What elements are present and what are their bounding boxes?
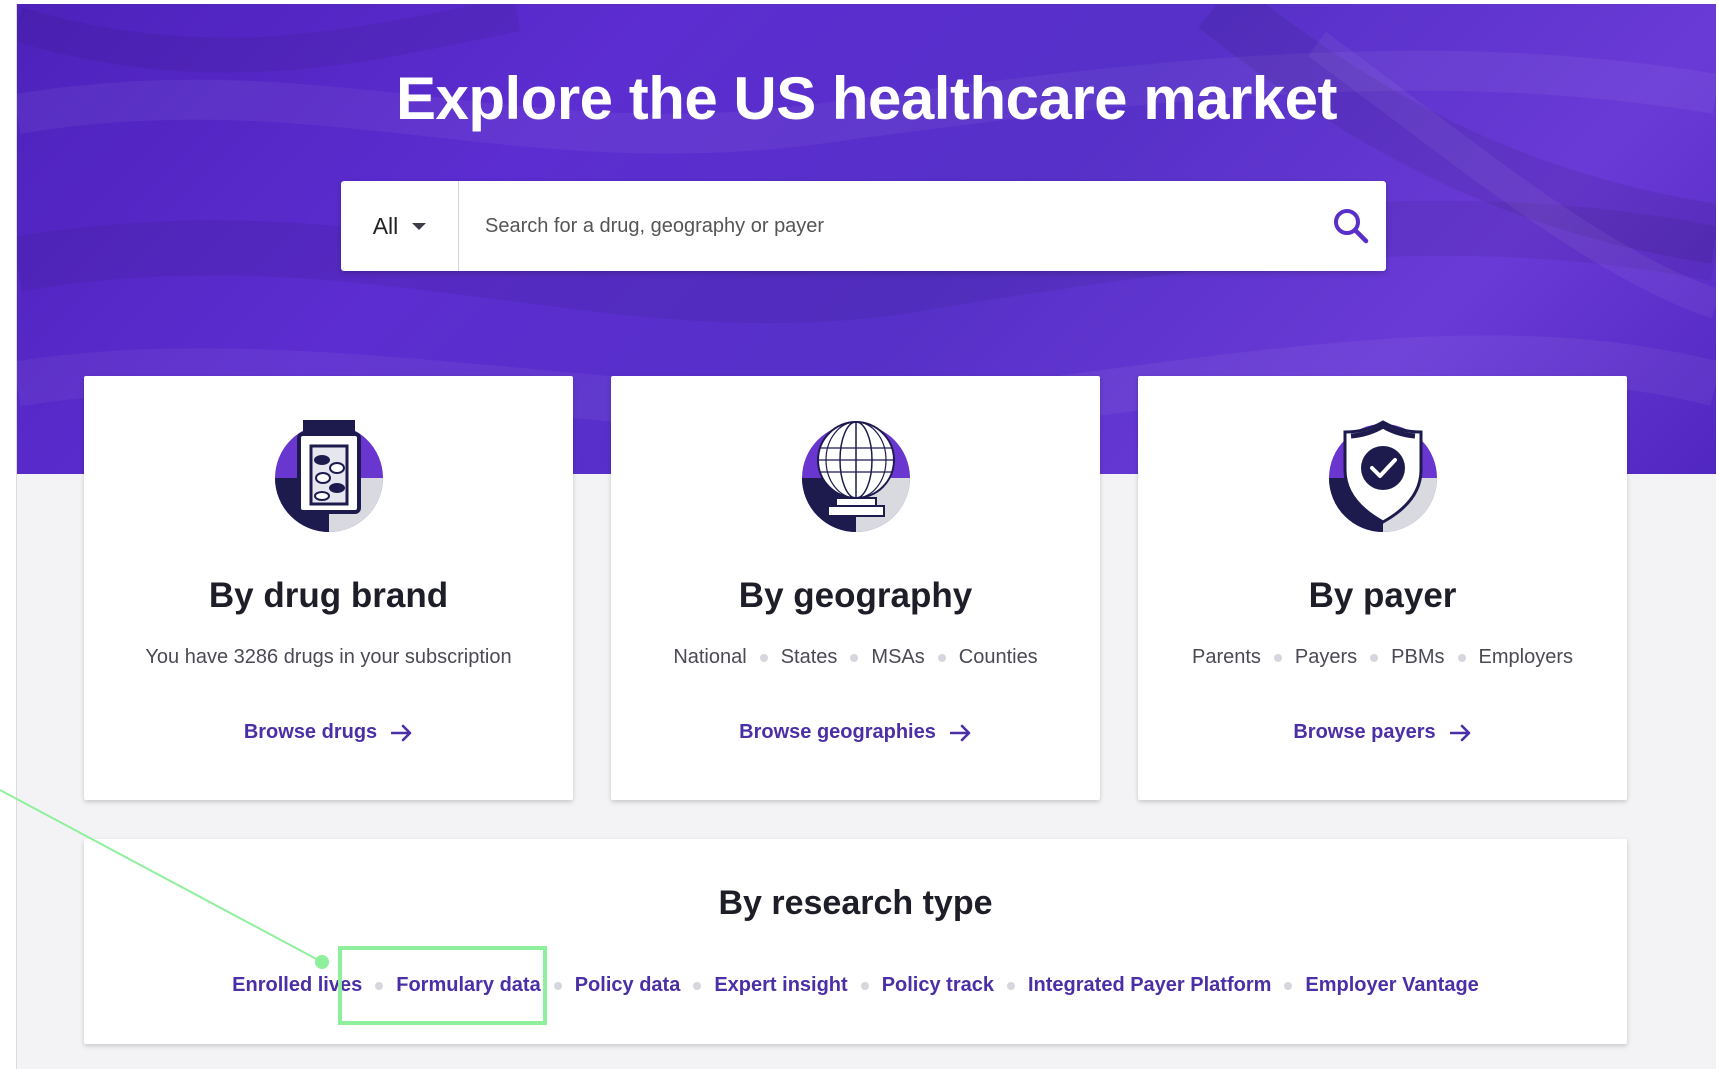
separator-dot: [1273, 653, 1282, 662]
card-subtitle: You have 3286 drugs in your subscription: [145, 646, 512, 668]
payer-tags: Parents Payers PBMs Employers: [1138, 646, 1627, 669]
browse-payers-label: Browse payers: [1293, 721, 1436, 743]
tag-employers: Employers: [1478, 646, 1573, 668]
caret-down-icon: [412, 222, 427, 230]
research-type-links: Enrolled lives Formulary data Policy dat…: [84, 974, 1627, 997]
tag-states: States: [780, 646, 838, 668]
tag-msas: MSAs: [871, 646, 925, 668]
search-input[interactable]: [459, 181, 1316, 271]
separator-dot: [1457, 653, 1466, 662]
page-frame: Explore the US healthcare market All Sea…: [16, 4, 1716, 1069]
tag-counties: Counties: [958, 646, 1038, 668]
separator-dot: [759, 653, 768, 662]
separator-dot: [937, 653, 946, 662]
browse-drugs-label: Browse drugs: [243, 721, 378, 743]
tag-payers: Payers: [1294, 646, 1358, 668]
link-policy-track[interactable]: Policy track: [882, 974, 994, 997]
link-formulary-data[interactable]: Formulary data: [396, 974, 540, 997]
tag-parents: Parents: [1191, 646, 1261, 668]
separator-dot: [1006, 981, 1015, 990]
browse-drugs-link[interactable]: Browse drugs: [84, 721, 573, 744]
globe-icon: [611, 412, 1100, 536]
shield-check-icon: [1138, 412, 1627, 536]
browse-payers-link[interactable]: Browse payers: [1138, 721, 1627, 744]
tag-national: National: [673, 646, 747, 668]
arrow-right-icon: [391, 724, 413, 742]
separator-dot: [1284, 981, 1293, 990]
search-icon[interactable]: [1316, 207, 1386, 245]
separator-dot: [860, 981, 869, 990]
card-title: By geography: [738, 576, 973, 615]
card-title: By drug brand: [208, 576, 449, 615]
link-policy-data[interactable]: Policy data: [575, 974, 681, 997]
link-enrolled-lives[interactable]: Enrolled lives: [232, 974, 362, 997]
arrow-right-icon: [949, 724, 972, 742]
card-title: By payer: [1308, 576, 1457, 615]
separator-dot: [375, 981, 384, 990]
card-geography[interactable]: By geography National States MSAs Counti…: [611, 376, 1100, 800]
browse-geographies-label: Browse geographies: [739, 721, 936, 743]
separator-dot: [1370, 653, 1379, 662]
separator-dot: [693, 981, 702, 990]
geography-tags: National States MSAs Counties: [611, 646, 1100, 669]
pill-bottle-icon: [84, 412, 573, 536]
card-drug-brand[interactable]: By drug brand You have 3286 drugs in you…: [84, 376, 573, 800]
link-employer-vantage[interactable]: Employer Vantage: [1305, 974, 1478, 997]
search-bar: All: [341, 181, 1386, 271]
search-scope-dropdown[interactable]: All: [341, 181, 459, 271]
link-integrated-payer-platform[interactable]: Integrated Payer Platform: [1028, 974, 1271, 997]
link-expert-insight[interactable]: Expert insight: [714, 974, 847, 997]
browse-geographies-link[interactable]: Browse geographies: [611, 721, 1100, 744]
arrow-right-icon: [1449, 724, 1472, 742]
separator-dot: [850, 653, 859, 662]
separator-dot: [553, 981, 562, 990]
research-type-title: By research type: [718, 884, 993, 922]
search-scope-label: All: [372, 212, 399, 239]
tag-pbms: PBMs: [1391, 646, 1445, 668]
research-type-panel: By research type Enrolled lives Formular…: [84, 839, 1627, 1044]
card-payer[interactable]: By payer Parents Payers PBMs Employers B…: [1138, 376, 1627, 800]
page-title: Explore the US healthcare market: [395, 65, 1338, 132]
